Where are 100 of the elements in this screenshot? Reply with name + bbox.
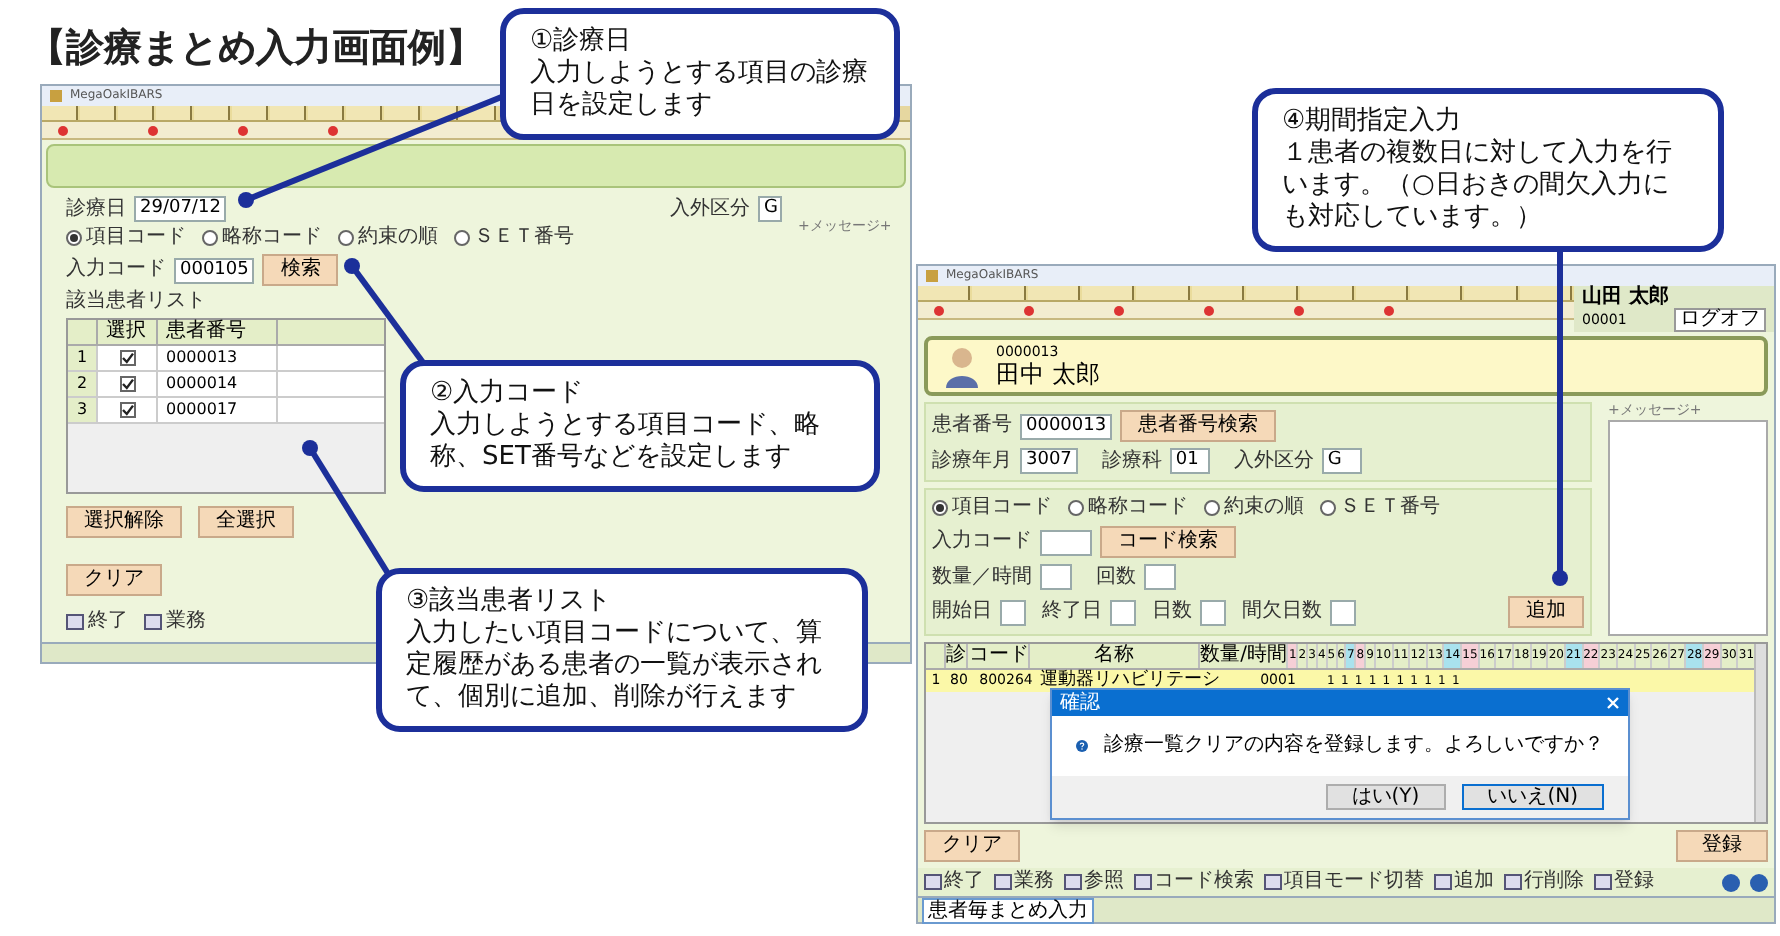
- field-label: 入力コード: [66, 258, 166, 282]
- field-label: 終了日: [1042, 600, 1102, 624]
- table-cell: 0000013: [156, 346, 276, 370]
- field-label: 入力コード: [932, 530, 1032, 554]
- key-icon: [1594, 874, 1612, 890]
- close-icon[interactable]: [1606, 696, 1620, 710]
- app-icon: [50, 90, 62, 102]
- input-field[interactable]: [1200, 599, 1226, 625]
- input-field[interactable]: [1110, 599, 1136, 625]
- key-icon: [1434, 874, 1452, 890]
- toolbar-icon[interactable]: [1114, 305, 1124, 315]
- column-header: 名称: [1028, 644, 1199, 668]
- field-label: 開始日: [932, 600, 992, 624]
- clear-button[interactable]: クリア: [66, 564, 162, 596]
- field-label: 診療日: [66, 197, 126, 221]
- input-field[interactable]: [1040, 529, 1092, 555]
- radio-label: ＳＥＴ番号: [1340, 496, 1440, 520]
- dialog-message: 診療一覧クリアの内容を登録します。よろしいですか？: [1104, 734, 1604, 758]
- table-cell: 0000017: [156, 398, 276, 422]
- toolbar-icon[interactable]: [1024, 305, 1034, 315]
- callout-heading: ③該当患者リスト: [406, 586, 614, 618]
- radio-button[interactable]: [454, 230, 470, 246]
- avatar-icon: [944, 344, 980, 388]
- key-icon: [144, 614, 162, 630]
- toolbar-icon[interactable]: [1204, 305, 1214, 315]
- function-key-label: 業務: [1014, 870, 1054, 894]
- list-button[interactable]: 全選択: [198, 506, 294, 538]
- radio-button[interactable]: [932, 500, 948, 516]
- key-icon: [924, 874, 942, 890]
- patient-search-button[interactable]: 患者番号検索: [1120, 410, 1277, 442]
- function-key-label: 終了: [944, 870, 984, 894]
- callout-heading: ②入力コード: [430, 378, 586, 410]
- clear-button[interactable]: クリア: [924, 830, 1020, 862]
- callout-text: １患者の複数日に対して入力を行います。（○日おきの間欠入力にも対応しています。）: [1282, 138, 1674, 234]
- input-field[interactable]: [1040, 564, 1072, 590]
- radio-button[interactable]: [1068, 500, 1084, 516]
- page-title: 【診療まとめ入力画面例】: [28, 24, 484, 72]
- checkbox[interactable]: [119, 350, 135, 366]
- radio-button[interactable]: [1320, 500, 1336, 516]
- radio-button[interactable]: [338, 230, 354, 246]
- column-header: コード: [966, 644, 1029, 668]
- radio-label: 約束の順: [358, 226, 438, 250]
- field-label: 入外区分: [1233, 449, 1314, 473]
- function-key-label: コード検索: [1154, 870, 1254, 894]
- input-field[interactable]: [1330, 599, 1356, 625]
- input-field[interactable]: 0000013: [1020, 413, 1113, 439]
- register-button[interactable]: 登録: [1676, 830, 1768, 862]
- key-icon: [1134, 874, 1152, 890]
- scrollbar[interactable]: [1754, 644, 1766, 822]
- logoff-button[interactable]: ログオフ: [1674, 308, 1766, 332]
- list-button[interactable]: 選択解除: [66, 506, 182, 538]
- checkbox[interactable]: [119, 402, 135, 418]
- field-label: 診療年月: [932, 449, 1012, 473]
- checkbox[interactable]: [119, 376, 135, 392]
- dialog-button[interactable]: はい(Y): [1325, 784, 1446, 810]
- key-icon: [1064, 874, 1082, 890]
- radio-label: ＳＥＴ番号: [474, 226, 574, 250]
- radio-button[interactable]: [202, 230, 218, 246]
- input-field[interactable]: 29/07/12: [134, 196, 227, 222]
- radio-label: 略称コード: [222, 226, 322, 250]
- dialog-title: 確認: [1060, 691, 1100, 715]
- list-title: 該当患者リスト: [66, 290, 208, 314]
- table-cell-text: 運動器リハビリテーシ: [1040, 670, 1222, 691]
- function-key-label: 終了: [88, 610, 128, 634]
- radio-button[interactable]: [66, 230, 82, 246]
- row-number: 3: [68, 398, 96, 422]
- patient-row[interactable]: 3 0000017: [68, 398, 384, 424]
- toolbar-icon[interactable]: [148, 125, 158, 135]
- patient-row[interactable]: 2 0000014: [68, 372, 384, 398]
- toolbar-icon[interactable]: [328, 125, 338, 135]
- input-field[interactable]: 01: [1169, 448, 1210, 474]
- input-field[interactable]: [1144, 564, 1176, 590]
- key-icon: [1504, 874, 1522, 890]
- key-icon: [66, 614, 84, 630]
- patient-name: 田中 太郎: [996, 360, 1100, 388]
- input-field[interactable]: [1000, 599, 1026, 625]
- toolbar-icon[interactable]: [1384, 305, 1394, 315]
- input-field[interactable]: 3007: [1020, 448, 1078, 474]
- toolbar-icon[interactable]: [1294, 305, 1304, 315]
- function-key-label: 参照: [1084, 870, 1124, 894]
- field-label: 間欠日数: [1242, 600, 1322, 624]
- add-button[interactable]: 追加: [1508, 596, 1584, 628]
- function-key-label: 項目モード切替: [1284, 870, 1424, 894]
- column-header: 患者番号: [156, 320, 276, 344]
- patient-row[interactable]: 1 0000013: [68, 346, 384, 372]
- input-field[interactable]: 000105: [174, 257, 255, 283]
- dialog-button[interactable]: いいえ(N): [1461, 784, 1604, 810]
- input-field[interactable]: G: [758, 196, 782, 222]
- radio-button[interactable]: [1204, 500, 1220, 516]
- toolbar-icon[interactable]: [58, 125, 68, 135]
- function-key-label: 登録: [1614, 870, 1654, 894]
- radio-label: 項目コード: [86, 226, 186, 250]
- toolbar-icon[interactable]: [238, 125, 248, 135]
- code-search-button[interactable]: コード検索: [1100, 526, 1236, 558]
- app-icon: [926, 270, 938, 282]
- search-button[interactable]: 検索: [262, 254, 339, 286]
- input-field[interactable]: G: [1321, 448, 1362, 474]
- menu-tab-strip[interactable]: [42, 106, 498, 120]
- toolbar-icon[interactable]: [934, 305, 944, 315]
- field-label: 回数: [1096, 565, 1136, 589]
